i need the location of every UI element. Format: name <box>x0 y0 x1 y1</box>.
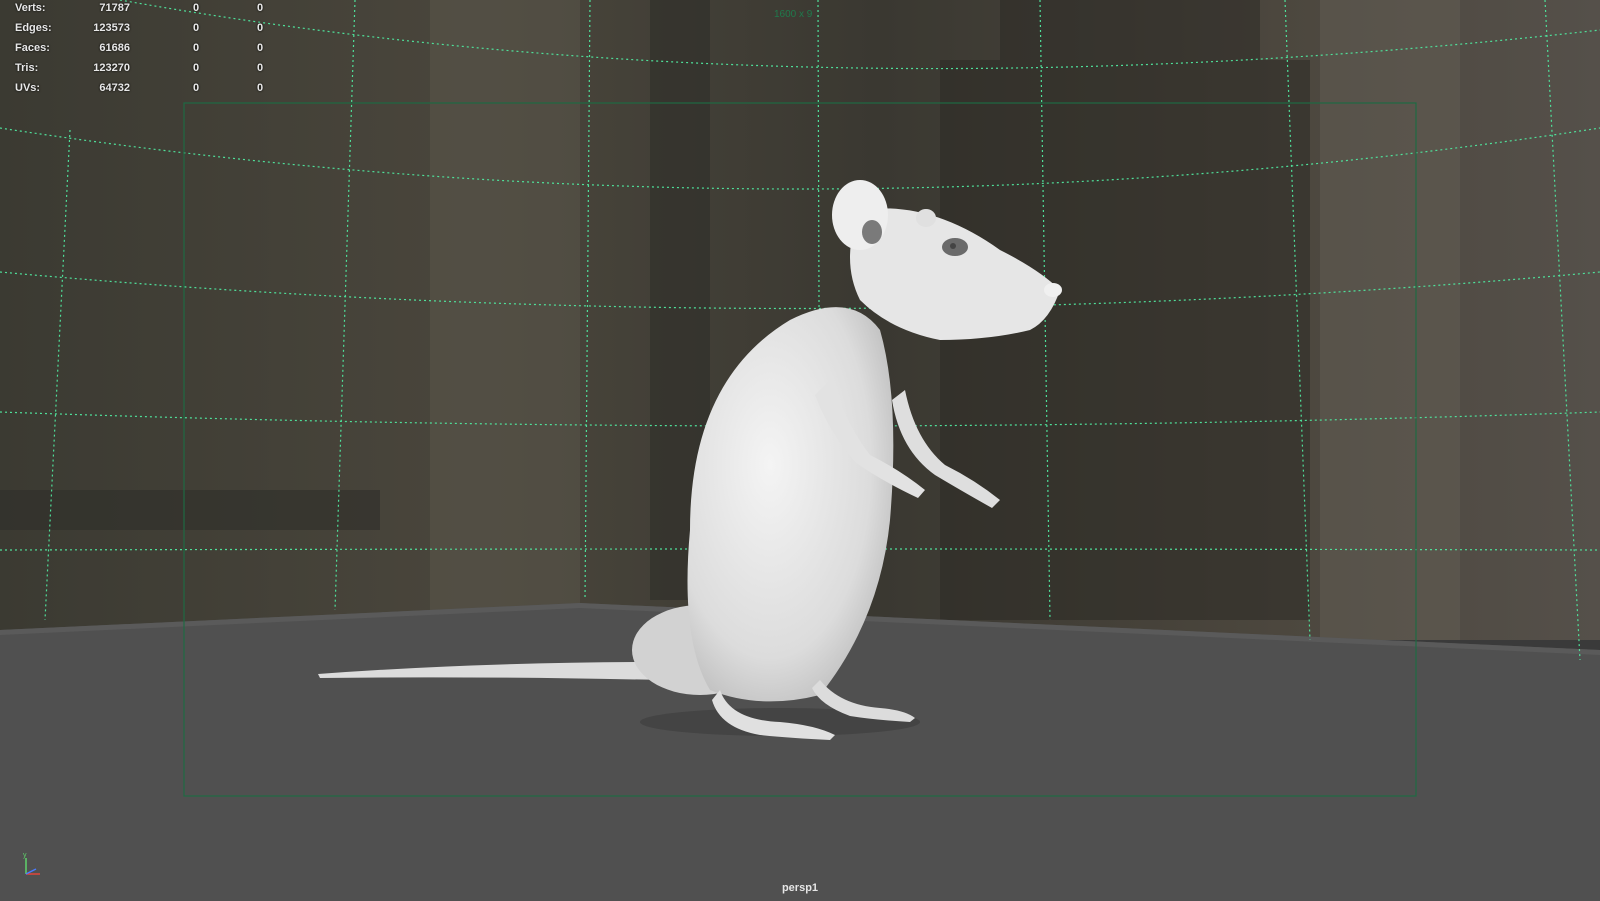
hud-label: Verts: <box>15 2 46 14</box>
hud-selected: 0 <box>192 22 200 34</box>
rat-nose <box>1044 283 1062 297</box>
hud-component: 0 <box>256 82 264 94</box>
rat-eye-highlight <box>950 243 956 249</box>
hud-total: 123573 <box>93 22 130 34</box>
hud-row-uvs: UVs: 64732 0 0 <box>0 82 270 102</box>
hud-row-faces: Faces: 61686 0 0 <box>0 42 270 62</box>
hud-row-tris: Tris: 123270 0 0 <box>0 62 270 82</box>
hud-total: 71787 <box>99 2 130 14</box>
hud-total: 61686 <box>99 42 130 54</box>
viewport-panel[interactable]: Verts: 71787 0 0 Edges: 123573 0 0 Faces… <box>0 0 1600 901</box>
hud-label: Edges: <box>15 22 52 34</box>
hud-selected: 0 <box>192 62 200 74</box>
hud-total: 123270 <box>93 62 130 74</box>
camera-name-label: persp1 <box>781 882 819 894</box>
view-axis-gizmo-icon: y <box>23 852 40 875</box>
rat-ear-right <box>916 209 936 227</box>
hud-label: Faces: <box>15 42 50 54</box>
hud-row-edges: Edges: 123573 0 0 <box>0 22 270 42</box>
hud-component: 0 <box>256 2 264 14</box>
viewport-scene[interactable] <box>0 0 1600 901</box>
rat-ear-left-inner <box>862 220 882 244</box>
hud-selected: 0 <box>192 82 200 94</box>
hud-selected: 0 <box>192 42 200 54</box>
axis-y-label: y <box>23 852 27 859</box>
hud-component: 0 <box>256 42 264 54</box>
hud-label: Tris: <box>15 62 39 74</box>
hud-row-verts: Verts: 71787 0 0 <box>0 2 270 22</box>
hud-selected: 0 <box>192 2 200 14</box>
hud-component: 0 <box>256 22 264 34</box>
hud-total: 64732 <box>99 82 130 94</box>
resolution-gate-label: 1600 x 9 <box>774 9 813 20</box>
hud-label: UVs: <box>15 82 41 94</box>
hud-component: 0 <box>256 62 264 74</box>
